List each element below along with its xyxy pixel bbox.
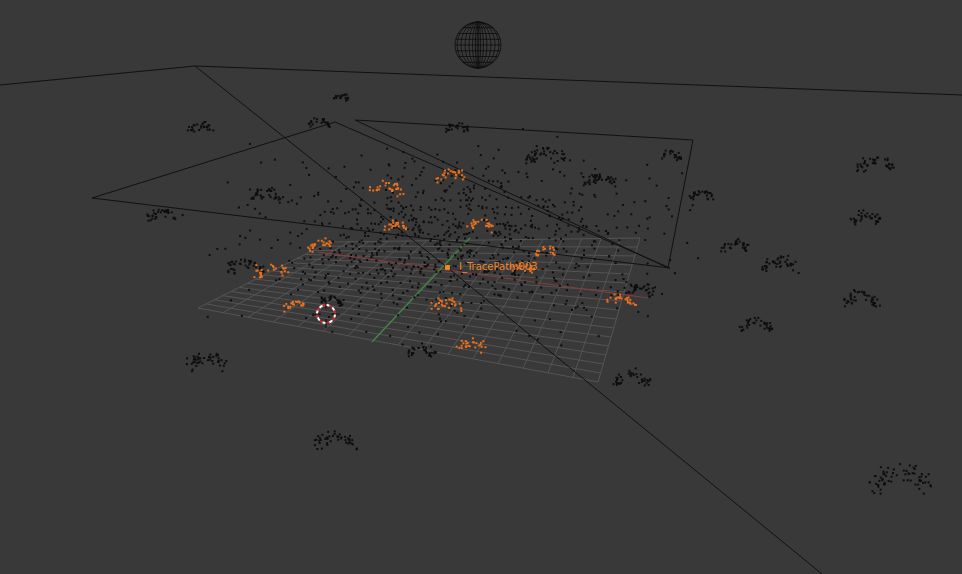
object-origin[interactable]: [445, 265, 450, 270]
camera-planes: [0, 66, 962, 574]
3d-cursor-icon[interactable]: [312, 300, 340, 328]
object-label[interactable]: I_TracePath.003: [457, 260, 540, 273]
y-axis: [372, 238, 470, 342]
3d-viewport[interactable]: I_TracePath.003: [0, 0, 962, 574]
sphere-icon[interactable]: [455, 22, 501, 68]
scene-canvas[interactable]: [0, 0, 962, 574]
floor-grid: [198, 238, 640, 382]
point-cloud: [147, 93, 932, 494]
